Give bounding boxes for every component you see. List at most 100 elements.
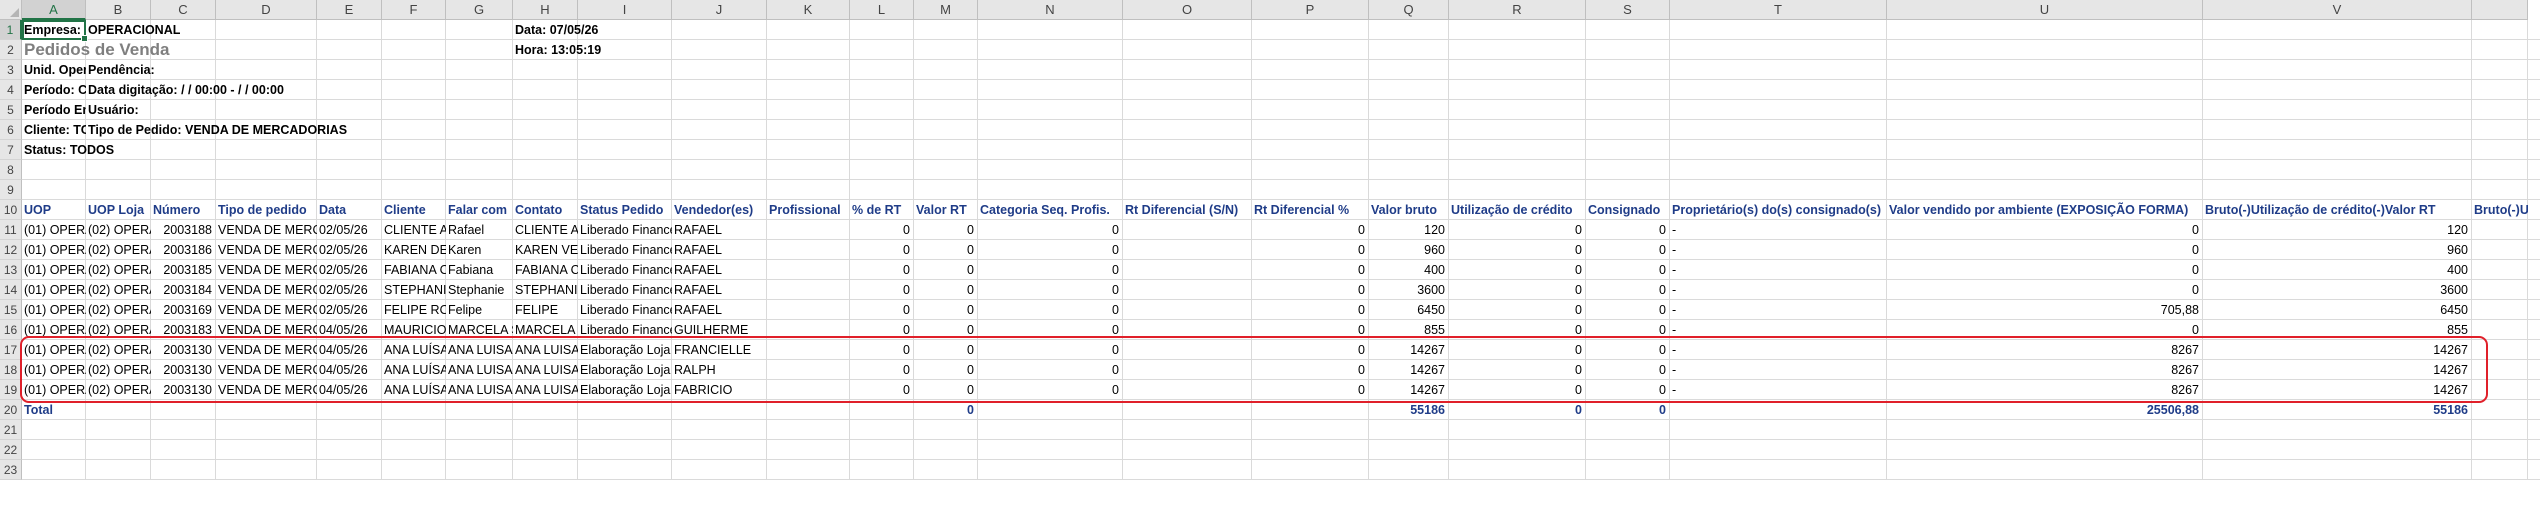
table-cell[interactable]: RALPH (672, 360, 767, 380)
row-header-20[interactable]: 20 (0, 400, 22, 420)
column-header-N[interactable]: N (978, 0, 1123, 20)
table-header-cell[interactable]: Categoria Seq. Profis. (978, 200, 1123, 220)
table-header-cell[interactable]: Data (317, 200, 382, 220)
table-cell[interactable]: 04/05/26 (317, 360, 382, 380)
column-header-G[interactable]: G (446, 0, 513, 20)
table-cell[interactable]: 14267 (1369, 380, 1449, 400)
table-cell[interactable] (767, 320, 850, 340)
table-cell[interactable]: 14267 (1369, 360, 1449, 380)
table-cell[interactable] (2472, 280, 2528, 300)
table-cell[interactable]: - (1670, 340, 1887, 360)
table-cell[interactable]: - (1670, 220, 1887, 240)
table-cell[interactable] (1123, 340, 1252, 360)
table-cell[interactable]: - (1670, 320, 1887, 340)
table-cell[interactable]: 0 (850, 380, 914, 400)
table-cell[interactable]: 0 (1449, 320, 1586, 340)
table-cell[interactable]: RAFAEL (672, 260, 767, 280)
table-header-cell[interactable]: Utilização de crédito (1449, 200, 1586, 220)
table-cell[interactable]: FABIANA C (513, 260, 578, 280)
table-cell[interactable]: MARCELA (513, 320, 578, 340)
table-cell[interactable]: 400 (2203, 260, 2472, 280)
table-cell[interactable]: 2003186 (151, 240, 216, 260)
column-header-M[interactable]: M (914, 0, 978, 20)
table-cell[interactable] (2472, 380, 2528, 400)
table-cell[interactable]: 02/05/26 (317, 280, 382, 300)
table-cell[interactable]: (02) OPERACIONAL LOJA (86, 300, 151, 320)
table-cell[interactable]: (01) OPERACIONAL (22, 280, 86, 300)
table-cell[interactable]: 120 (1369, 220, 1449, 240)
table-cell[interactable]: 0 (1449, 360, 1586, 380)
table-cell[interactable]: 0 (1252, 380, 1369, 400)
table-cell[interactable]: Elaboração Loja (578, 340, 672, 360)
table-cell[interactable]: ANA LUÍSA (382, 340, 446, 360)
row-header-23[interactable]: 23 (0, 460, 22, 480)
table-cell[interactable] (1123, 280, 1252, 300)
table-cell[interactable]: 3600 (2203, 280, 2472, 300)
table-cell[interactable]: VENDA DE MERCADORIAS (216, 300, 317, 320)
table-cell[interactable]: (01) OPERACIONAL (22, 260, 86, 280)
info-cell-a3[interactable]: Unid. Oper.: (22, 60, 86, 80)
table-cell[interactable]: 04/05/26 (317, 340, 382, 360)
info-cell-a6[interactable]: Cliente: TODOS (22, 120, 86, 140)
table-header-cell[interactable]: UOP (22, 200, 86, 220)
table-cell[interactable]: (02) OPERACIONAL LOJA (86, 260, 151, 280)
table-cell[interactable]: STEPHANIE (382, 280, 446, 300)
row-header-5[interactable]: 5 (0, 100, 22, 120)
table-cell[interactable]: 0 (1252, 340, 1369, 360)
table-cell[interactable]: 0 (1586, 380, 1670, 400)
table-cell[interactable]: 0 (1887, 220, 2203, 240)
column-header-B[interactable]: B (86, 0, 151, 20)
table-cell[interactable]: (02) OPERACIONAL LOJA (86, 360, 151, 380)
row-header-10[interactable]: 10 (0, 200, 22, 220)
totals-cell[interactable] (1123, 400, 1252, 420)
table-cell[interactable]: (01) OPERACIONAL (22, 340, 86, 360)
table-cell[interactable]: Liberado Financeiro (578, 320, 672, 340)
table-cell[interactable]: Fabiana (446, 260, 513, 280)
totals-cell[interactable]: 0 (914, 400, 978, 420)
row-header-7[interactable]: 7 (0, 140, 22, 160)
table-cell[interactable]: 0 (850, 260, 914, 280)
totals-cell[interactable] (978, 400, 1123, 420)
table-cell[interactable]: STEPHANIE (513, 280, 578, 300)
row-header-2[interactable]: 2 (0, 40, 22, 60)
table-cell[interactable]: 0 (1252, 300, 1369, 320)
table-cell[interactable]: 0 (914, 380, 978, 400)
column-header-C[interactable]: C (151, 0, 216, 20)
table-cell[interactable] (2472, 340, 2528, 360)
table-cell[interactable]: 2003169 (151, 300, 216, 320)
table-cell[interactable]: Stephanie (446, 280, 513, 300)
row-header-17[interactable]: 17 (0, 340, 22, 360)
table-cell[interactable]: 2003130 (151, 380, 216, 400)
table-cell[interactable]: 960 (2203, 240, 2472, 260)
table-header-cell[interactable]: UOP Loja (86, 200, 151, 220)
table-cell[interactable]: 0 (1586, 300, 1670, 320)
table-cell[interactable]: 0 (1252, 320, 1369, 340)
totals-cell[interactable] (216, 400, 317, 420)
table-cell[interactable]: 0 (978, 260, 1123, 280)
table-cell[interactable] (767, 280, 850, 300)
row-header-11[interactable]: 11 (0, 220, 22, 240)
totals-cell[interactable] (86, 400, 151, 420)
table-cell[interactable]: 04/05/26 (317, 380, 382, 400)
totals-cell[interactable] (513, 400, 578, 420)
table-cell[interactable]: (01) OPERACIONAL (22, 240, 86, 260)
table-cell[interactable]: Liberado Financeiro (578, 220, 672, 240)
table-cell[interactable] (2472, 220, 2528, 240)
table-cell[interactable]: CLIENTE A (513, 220, 578, 240)
column-header-V[interactable]: V (2203, 0, 2472, 20)
table-cell[interactable] (767, 260, 850, 280)
totals-cell[interactable] (672, 400, 767, 420)
table-cell[interactable]: 0 (1449, 340, 1586, 360)
table-cell[interactable]: 0 (1252, 260, 1369, 280)
column-header-H[interactable]: H (513, 0, 578, 20)
table-cell[interactable]: 04/05/26 (317, 320, 382, 340)
table-cell[interactable]: (02) OPERACIONAL LOJA (86, 220, 151, 240)
table-cell[interactable]: Liberado Financeiro (578, 240, 672, 260)
table-cell[interactable]: 02/05/26 (317, 240, 382, 260)
table-cell[interactable] (767, 220, 850, 240)
table-cell[interactable]: - (1670, 240, 1887, 260)
table-cell[interactable]: VENDA DE MERCADORIAS (216, 360, 317, 380)
row-header-6[interactable]: 6 (0, 120, 22, 140)
table-cell[interactable]: VENDA DE MERCADORIAS (216, 220, 317, 240)
table-header-cell[interactable]: Valor vendido por ambiente (EXPOSIÇÃO FO… (1887, 200, 2203, 220)
